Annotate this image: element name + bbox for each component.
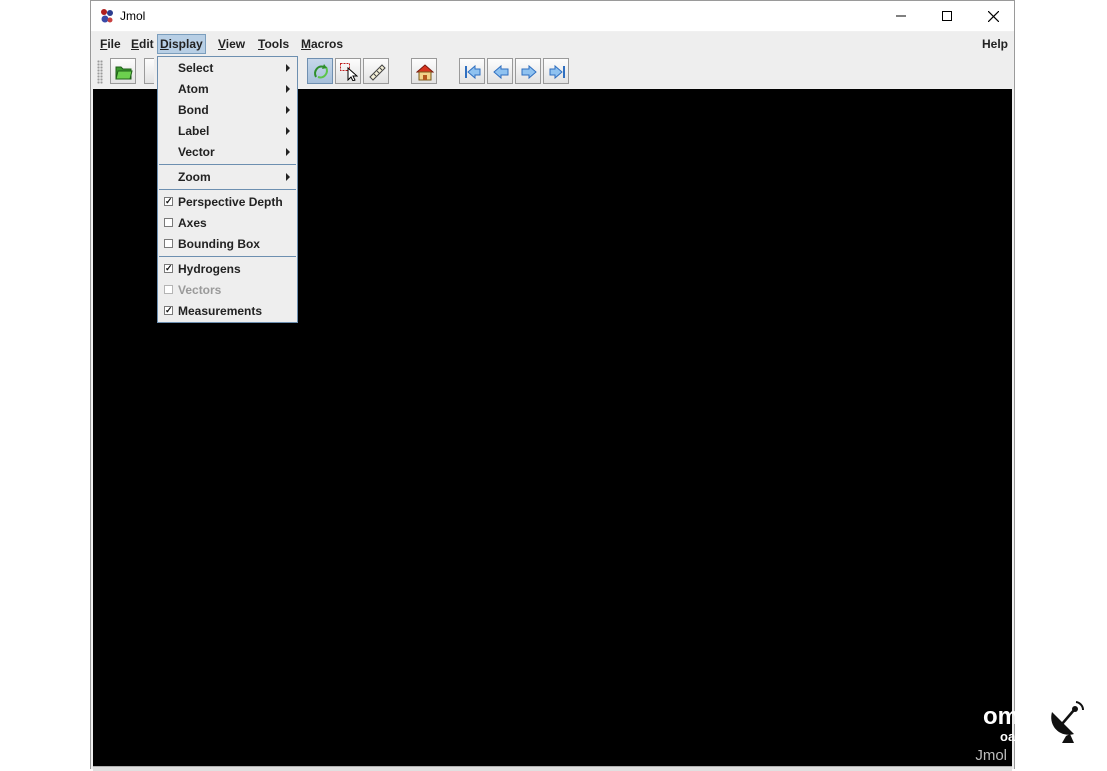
menu-item-select[interactable]: Select	[158, 58, 297, 78]
menu-view[interactable]: View	[216, 35, 247, 53]
hidden-toolbar-button[interactable]	[144, 58, 154, 84]
menu-separator	[159, 256, 296, 257]
submenu-arrow-icon	[286, 85, 290, 93]
previous-frame-button[interactable]	[487, 58, 513, 84]
checkbox-icon	[164, 218, 173, 227]
menu-tools[interactable]: Tools	[256, 35, 291, 53]
submenu-arrow-icon	[286, 127, 290, 135]
menu-edit-rest: dit	[139, 37, 154, 51]
title-bar: Jmol	[91, 1, 1014, 31]
submenu-arrow-icon	[286, 106, 290, 114]
watermark-subtext: oads	[1000, 729, 1031, 744]
menu-item-axes[interactable]: Axes	[158, 213, 297, 233]
menu-item-perspective-depth-label: Perspective Depth	[178, 195, 283, 209]
last-frame-icon	[549, 64, 565, 80]
jmol-app-icon	[99, 8, 115, 24]
maximize-button[interactable]	[924, 1, 970, 31]
menu-item-hydrogens-label: Hydrogens	[178, 262, 241, 276]
last-frame-button[interactable]	[543, 58, 569, 84]
menu-item-zoom[interactable]: Zoom	[158, 167, 297, 187]
window-title: Jmol	[120, 9, 146, 23]
menu-bar: File Edit Display View Tools Macros Help	[92, 32, 1013, 56]
toolbar-grip[interactable]	[97, 60, 103, 84]
checkbox-icon: ✓	[164, 196, 173, 206]
menu-item-bond[interactable]: Bond	[158, 100, 297, 120]
first-frame-button[interactable]	[459, 58, 485, 84]
menu-file[interactable]: File	[98, 35, 123, 53]
select-pointer-button[interactable]	[335, 58, 361, 84]
checkbox-icon	[164, 285, 173, 294]
open-button[interactable]	[110, 58, 136, 84]
checkbox-icon	[164, 239, 173, 248]
menu-item-atom-label: Atom	[178, 82, 209, 96]
ruler-button[interactable]	[363, 58, 389, 84]
rotate-button[interactable]	[307, 58, 333, 84]
menu-macros-rest: acros	[311, 37, 344, 51]
canvas-label: Jmol	[975, 747, 1007, 764]
menu-display[interactable]: Display	[157, 34, 206, 54]
menu-edit[interactable]: Edit	[129, 35, 156, 53]
menu-separator	[159, 189, 296, 190]
watermark-text: om	[983, 703, 1019, 730]
menu-display-rest: isplay	[168, 37, 203, 51]
menu-item-label[interactable]: Label	[158, 121, 297, 141]
menu-help[interactable]: Help	[980, 35, 1010, 53]
menu-item-measurements-label: Measurements	[178, 304, 263, 318]
menu-file-rest: ile	[107, 37, 121, 51]
checkbox-icon: ✓	[164, 263, 173, 273]
menu-item-vectors-label: Vectors	[178, 283, 222, 297]
menu-tools-rest: ools	[264, 37, 290, 51]
checkbox-icon: ✓	[164, 305, 173, 315]
menu-item-vectors: Vectors	[158, 280, 297, 300]
close-icon	[988, 11, 999, 22]
menu-item-bounding-box-label: Bounding Box	[178, 237, 260, 251]
menu-item-bond-label: Bond	[178, 103, 209, 117]
menu-item-hydrogens[interactable]: ✓ Hydrogens	[158, 259, 297, 279]
ruler-icon	[369, 64, 386, 81]
home-icon	[416, 64, 434, 81]
home-button[interactable]	[411, 58, 437, 84]
maximize-icon	[942, 11, 952, 21]
minimize-button[interactable]	[878, 1, 924, 31]
menu-item-axes-label: Axes	[178, 216, 207, 230]
menu-item-select-label: Select	[178, 61, 214, 75]
open-icon	[115, 66, 133, 80]
rotate-icon	[314, 64, 328, 79]
menu-item-perspective-depth[interactable]: ✓ Perspective Depth	[158, 192, 297, 212]
menu-separator	[159, 164, 296, 165]
display-menu-dropdown: Select Atom Bond Label Vector Zoom ✓ Pers…	[157, 56, 298, 323]
previous-frame-icon	[493, 64, 509, 80]
select-pointer-icon	[340, 63, 358, 81]
menu-item-measurements[interactable]: ✓ Measurements	[158, 301, 297, 321]
menu-item-zoom-label: Zoom	[178, 170, 211, 184]
close-button[interactable]	[970, 1, 1016, 31]
menu-item-label-label: Label	[178, 124, 210, 138]
submenu-arrow-icon	[286, 173, 290, 181]
menu-item-vector-label: Vector	[178, 145, 215, 159]
menu-macros[interactable]: Macros	[299, 35, 345, 53]
submenu-arrow-icon	[286, 148, 290, 156]
next-frame-icon	[521, 64, 537, 80]
menu-item-vector[interactable]: Vector	[158, 142, 297, 162]
minimize-icon	[896, 15, 906, 17]
submenu-arrow-icon	[286, 64, 290, 72]
menu-item-bounding-box[interactable]: Bounding Box	[158, 234, 297, 254]
first-frame-icon	[465, 64, 481, 80]
satellite-dish-icon	[1046, 700, 1086, 747]
menu-view-rest: iew	[225, 37, 246, 51]
next-frame-button[interactable]	[515, 58, 541, 84]
menu-item-atom[interactable]: Atom	[158, 79, 297, 99]
